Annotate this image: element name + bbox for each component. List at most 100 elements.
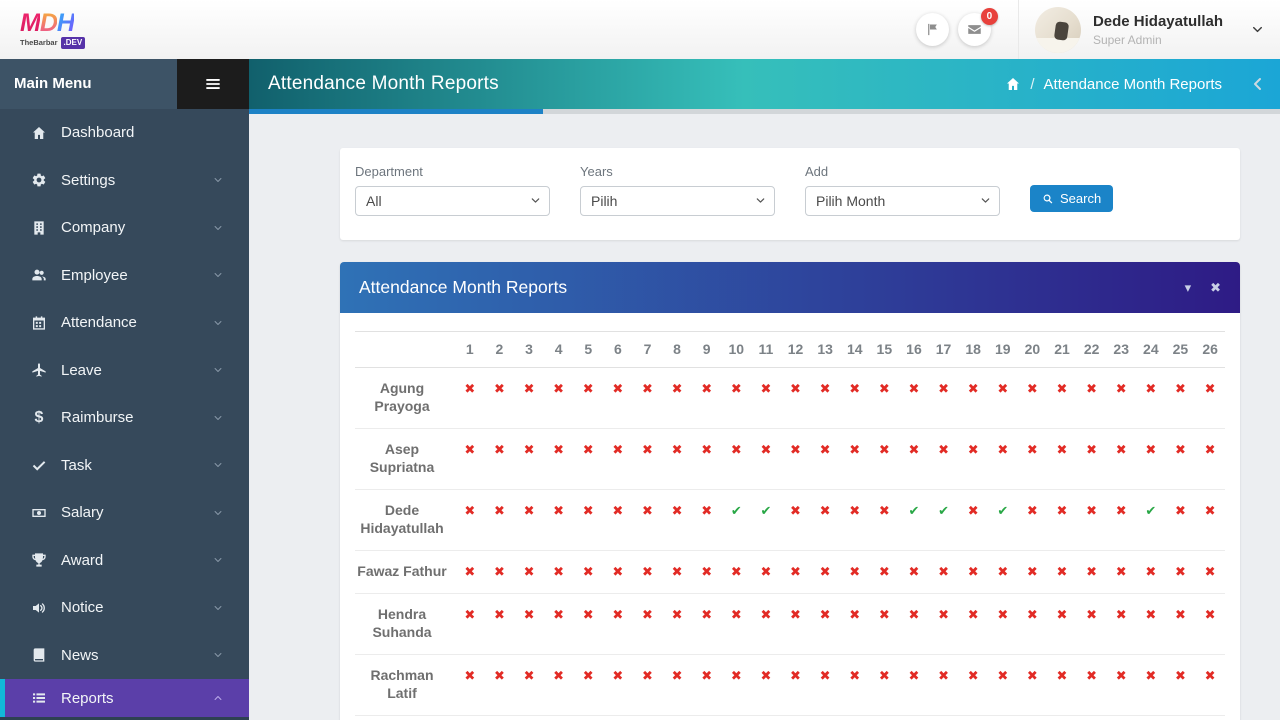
main-content: Department All Years Pilih Add Pilih Mon… <box>249 114 1280 720</box>
chevron-down-icon <box>213 460 223 470</box>
sidebar-item-reports[interactable]: Reports <box>0 679 249 717</box>
progress-fill <box>249 109 543 114</box>
report-panel: Attendance Month Reports ▾ ✖ 12345678910… <box>340 262 1240 720</box>
absent-x-icon: ✖ <box>1057 442 1068 457</box>
years-label: Years <box>580 164 775 179</box>
absent-x-icon: ✖ <box>701 381 712 396</box>
calendar-icon <box>29 315 49 331</box>
absent-x-icon: ✖ <box>1175 607 1186 622</box>
absent-x-icon: ✖ <box>820 607 831 622</box>
absent-x-icon: ✖ <box>494 668 505 683</box>
absent-x-icon: ✖ <box>997 381 1008 396</box>
logo-dev-badge: .DEV <box>61 37 86 49</box>
absent-x-icon: ✖ <box>790 668 801 683</box>
sidebar-toggle-button[interactable] <box>177 59 249 109</box>
sidebar-item-raimburse[interactable]: $Raimburse <box>0 394 249 442</box>
flag-button[interactable] <box>916 13 949 46</box>
volume-icon <box>29 600 49 616</box>
report-panel-body: 1234567891011121314151617181920212223242… <box>340 313 1240 720</box>
search-button[interactable]: Search <box>1030 185 1113 212</box>
sidebar: Main Menu DashboardSettingsCompanyEmploy… <box>0 59 249 720</box>
absent-x-icon: ✖ <box>1086 503 1097 518</box>
absent-x-icon: ✖ <box>938 442 949 457</box>
day-column-header: 3 <box>514 332 544 368</box>
day-column-header: 20 <box>1018 332 1048 368</box>
sidebar-item-attendance[interactable]: Attendance <box>0 299 249 347</box>
sidebar-item-company[interactable]: Company <box>0 204 249 252</box>
absent-x-icon: ✖ <box>524 564 535 579</box>
logo-word: MDH <box>20 11 85 36</box>
absent-x-icon: ✖ <box>790 381 801 396</box>
absent-x-icon: ✖ <box>494 564 505 579</box>
messages-button[interactable]: 0 <box>958 13 991 46</box>
absent-x-icon: ✖ <box>731 564 742 579</box>
absent-x-icon: ✖ <box>1086 607 1097 622</box>
hamburger-icon <box>203 74 223 94</box>
close-panel-icon[interactable]: ✖ <box>1210 280 1221 296</box>
day-column-header: 1 <box>455 332 485 368</box>
user-menu[interactable]: Dede Hidayatullah Super Admin <box>1018 0 1280 59</box>
chevron-left-icon[interactable] <box>1250 76 1266 92</box>
absent-x-icon: ✖ <box>1145 442 1156 457</box>
absent-x-icon: ✖ <box>760 564 771 579</box>
chevron-down-icon[interactable] <box>1251 23 1264 36</box>
employee-name: Dede Hidayatullah <box>355 490 455 551</box>
department-select[interactable]: All <box>355 186 550 216</box>
absent-x-icon: ✖ <box>1175 442 1186 457</box>
absent-x-icon: ✖ <box>524 503 535 518</box>
absent-x-icon: ✖ <box>642 607 653 622</box>
breadcrumb-separator: / <box>1030 76 1034 93</box>
absent-x-icon: ✖ <box>583 503 594 518</box>
sidebar-item-news[interactable]: News <box>0 632 249 680</box>
absent-x-icon: ✖ <box>672 668 683 683</box>
home-icon[interactable] <box>1005 76 1021 92</box>
absent-x-icon: ✖ <box>583 564 594 579</box>
sidebar-item-label: Reports <box>61 690 114 707</box>
absent-x-icon: ✖ <box>1205 607 1216 622</box>
absent-x-icon: ✖ <box>464 381 475 396</box>
day-header-row: 1234567891011121314151617181920212223242… <box>355 332 1225 368</box>
absent-x-icon: ✖ <box>583 381 594 396</box>
absent-x-icon: ✖ <box>849 381 860 396</box>
building-icon <box>29 220 49 236</box>
absent-x-icon: ✖ <box>908 381 919 396</box>
absent-x-icon: ✖ <box>553 564 564 579</box>
messages-count-badge: 0 <box>981 8 998 25</box>
absent-x-icon: ✖ <box>1116 668 1127 683</box>
sidebar-item-label: Task <box>61 457 92 474</box>
absent-x-icon: ✖ <box>642 564 653 579</box>
absent-x-icon: ✖ <box>1027 668 1038 683</box>
sidebar-item-dashboard[interactable]: Dashboard <box>0 109 249 157</box>
day-column-header: 15 <box>870 332 900 368</box>
absent-x-icon: ✖ <box>1116 564 1127 579</box>
sidebar-item-salary[interactable]: Salary <box>0 489 249 537</box>
absent-x-icon: ✖ <box>1057 564 1068 579</box>
sidebar-item-label: Settings <box>61 172 115 189</box>
sidebar-item-settings[interactable]: Settings <box>0 157 249 205</box>
absent-x-icon: ✖ <box>968 668 979 683</box>
chevron-down-icon <box>213 413 223 423</box>
sidebar-item-task[interactable]: Task <box>0 442 249 490</box>
absent-x-icon: ✖ <box>849 564 860 579</box>
years-select[interactable]: Pilih <box>580 186 775 216</box>
absent-x-icon: ✖ <box>642 381 653 396</box>
sidebar-item-award[interactable]: Award <box>0 537 249 585</box>
absent-x-icon: ✖ <box>612 607 623 622</box>
absent-x-icon: ✖ <box>1145 668 1156 683</box>
sidebar-item-employee[interactable]: Employee <box>0 252 249 300</box>
absent-x-icon: ✖ <box>938 564 949 579</box>
absent-x-icon: ✖ <box>820 381 831 396</box>
absent-x-icon: ✖ <box>642 668 653 683</box>
sidebar-item-leave[interactable]: Leave <box>0 347 249 395</box>
day-column-header: 22 <box>1077 332 1107 368</box>
collapse-panel-icon[interactable]: ▾ <box>1185 280 1192 296</box>
sidebar-item-label: Raimburse <box>61 409 134 426</box>
absent-x-icon: ✖ <box>494 607 505 622</box>
sidebar-item-notice[interactable]: Notice <box>0 584 249 632</box>
absent-x-icon: ✖ <box>849 607 860 622</box>
day-column-header: 25 <box>1166 332 1196 368</box>
absent-x-icon: ✖ <box>583 442 594 457</box>
month-select[interactable]: Pilih Month <box>805 186 1000 216</box>
absent-x-icon: ✖ <box>820 503 831 518</box>
chevron-down-icon <box>213 223 223 233</box>
